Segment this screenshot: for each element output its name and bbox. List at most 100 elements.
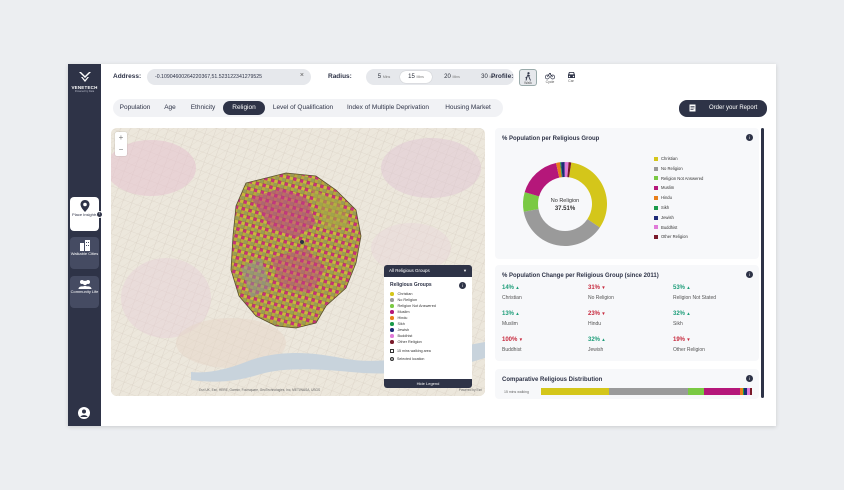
tab-age[interactable]: Age <box>157 101 183 115</box>
change-item: 32% ▲ Sikh <box>673 311 691 327</box>
radius-value: 15 <box>408 73 415 80</box>
change-label: Other Religion <box>673 347 705 353</box>
map-legend: Religious Groups i Christian No Religion… <box>384 277 472 379</box>
religious-group-pie-panel: % Population per Religious Group i No Re… <box>495 128 759 259</box>
change-label: Christian <box>502 295 522 301</box>
hide-legend-button[interactable]: Hide Legend <box>384 379 472 388</box>
radius-option-20[interactable]: 20 Mins <box>436 71 468 83</box>
radius-unit: Mins <box>382 74 391 79</box>
map-view[interactable]: + − All Religious Groups ▼ Religious Gro… <box>111 128 485 396</box>
donut-slice-no-religion[interactable] <box>523 209 600 246</box>
radius-value: 5 <box>377 73 382 80</box>
tab-population[interactable]: Population <box>115 101 155 115</box>
panel-title: % Population Change per Religious Group … <box>502 273 659 279</box>
address-label: Address: <box>113 73 142 80</box>
app-window: VENETECH Powered by Data Place Insights … <box>68 64 776 426</box>
order-report-label: Order your Report <box>709 105 758 111</box>
change-percent: 19% <box>673 337 686 343</box>
legend-dot <box>390 292 394 296</box>
legend-swatch <box>654 235 658 240</box>
info-icon[interactable]: i <box>746 134 753 141</box>
change-item: 32% ▲ Jewish <box>588 337 606 353</box>
change-label: Jewish <box>588 347 604 353</box>
address-input[interactable]: -0.10904600264220367,51.523122341279525 … <box>147 69 311 85</box>
legend-walking-area: 15 mins walking area <box>390 348 466 355</box>
legend-item-label: Jewish <box>397 328 410 332</box>
change-item: 31% ▼ No Religion <box>588 285 614 301</box>
religious-group-filter[interactable]: All Religious Groups ▼ <box>384 265 472 277</box>
tab-index-of-multiple-deprivation[interactable]: Index of Multiple Deprivation <box>341 101 435 115</box>
pie-legend-label: Muslim <box>661 185 675 191</box>
tab-housing-market[interactable]: Housing Market <box>437 101 499 115</box>
radius-option-5[interactable]: 5 Mins <box>370 71 398 83</box>
pie-legend-label: Other Religion <box>661 234 688 240</box>
comparative-segment-other-religion[interactable] <box>749 388 752 395</box>
legend-dot <box>390 298 394 302</box>
change-label: Hindu <box>588 321 602 327</box>
trend-up-icon: ▲ <box>514 311 520 316</box>
legend-item-label: Hindu <box>397 316 408 320</box>
sidebar-item-walkable-cities[interactable]: Walkable Cities <box>70 237 99 269</box>
pie-legend-label: Religion Not Answered <box>661 175 704 181</box>
change-percent: 32% <box>673 311 686 317</box>
comparative-segment-no-religion[interactable] <box>608 388 688 395</box>
legend-item: Other Religion <box>390 339 466 345</box>
clear-address-button[interactable]: × <box>300 72 304 79</box>
legend-dot <box>390 310 394 314</box>
comparative-segment-muslim[interactable] <box>703 388 740 395</box>
chevron-down-icon: ▼ <box>463 268 467 273</box>
trend-up-icon: ▲ <box>600 337 606 342</box>
profile-label: Profile: <box>491 73 514 80</box>
esri-credit[interactable]: Powered by Esri <box>459 388 482 392</box>
panel-title: Comparative Religious Distribution <box>502 377 603 383</box>
legend-swatch <box>654 166 658 171</box>
sidebar-item-community-life[interactable]: Community Life <box>70 276 99 308</box>
pie-legend-label: Sikh <box>661 204 670 210</box>
sidebar-item-label: Community Life <box>70 289 99 294</box>
change-label: Buddhist <box>502 347 522 353</box>
tab-level-of-qualification[interactable]: Level of Qualification <box>267 101 339 115</box>
info-icon[interactable]: i <box>746 271 753 278</box>
legend-extra-label: Selected location <box>397 357 425 361</box>
sidebar-item-place-insights[interactable]: Place Insights <box>70 197 99 231</box>
legend-dot <box>390 304 394 308</box>
change-label: Religion Not Stated <box>673 295 717 301</box>
radius-option-15[interactable]: 15 Mins <box>400 71 432 83</box>
profile-option-walk[interactable]: Walk <box>519 69 537 86</box>
pie-legend-item: Hindu <box>654 195 703 205</box>
profile-option-car[interactable]: Car <box>562 69 580 86</box>
user-account-icon[interactable] <box>78 407 90 419</box>
sidebar: VENETECH Powered by Data Place Insights … <box>68 64 103 426</box>
info-icon[interactable]: i <box>459 282 466 289</box>
change-item: 23% ▼ Hindu <box>588 311 606 327</box>
profile-option-cycle[interactable]: Cycle <box>541 69 559 86</box>
legend-swatch <box>654 176 658 181</box>
donut-slice-christian[interactable] <box>569 162 607 228</box>
religious-change-panel: % Population Change per Religious Group … <box>495 265 759 361</box>
legend-swatch <box>654 196 658 201</box>
donut-slice-muslim[interactable] <box>524 162 560 197</box>
comparative-segment-religion-not-answered[interactable] <box>687 388 704 395</box>
area-outline-icon <box>390 349 394 354</box>
report-document-icon <box>689 104 696 112</box>
change-percent: 14% <box>502 285 515 291</box>
collapse-sidebar-button[interactable]: ‹ <box>96 211 103 218</box>
category-tabs: Population Age Ethnicity Religion Level … <box>113 99 503 117</box>
sidebar-item-label: Walkable Cities <box>70 251 99 256</box>
legend-item-label: Muslim <box>397 310 410 314</box>
order-report-button[interactable]: Order your Report <box>679 100 767 117</box>
legend-dot <box>390 322 394 326</box>
info-icon[interactable]: i <box>746 375 753 382</box>
brand-logo[interactable]: VENETECH Powered by Data <box>68 70 101 93</box>
zoom-out-button[interactable]: − <box>115 144 127 156</box>
comparative-segment-christian[interactable] <box>541 388 609 395</box>
tab-ethnicity[interactable]: Ethnicity <box>185 101 221 115</box>
radius-unit: Mins <box>416 74 424 79</box>
legend-dot <box>390 340 394 344</box>
tab-religion[interactable]: Religion <box>223 101 265 115</box>
zoom-in-button[interactable]: + <box>115 132 127 144</box>
panel-scrollbar[interactable] <box>761 128 764 398</box>
pie-legend-item: Jewish <box>654 215 703 225</box>
sidebar-item-label: Place Insights <box>72 212 97 217</box>
donut-chart: No Religion 37.51% <box>523 162 607 246</box>
